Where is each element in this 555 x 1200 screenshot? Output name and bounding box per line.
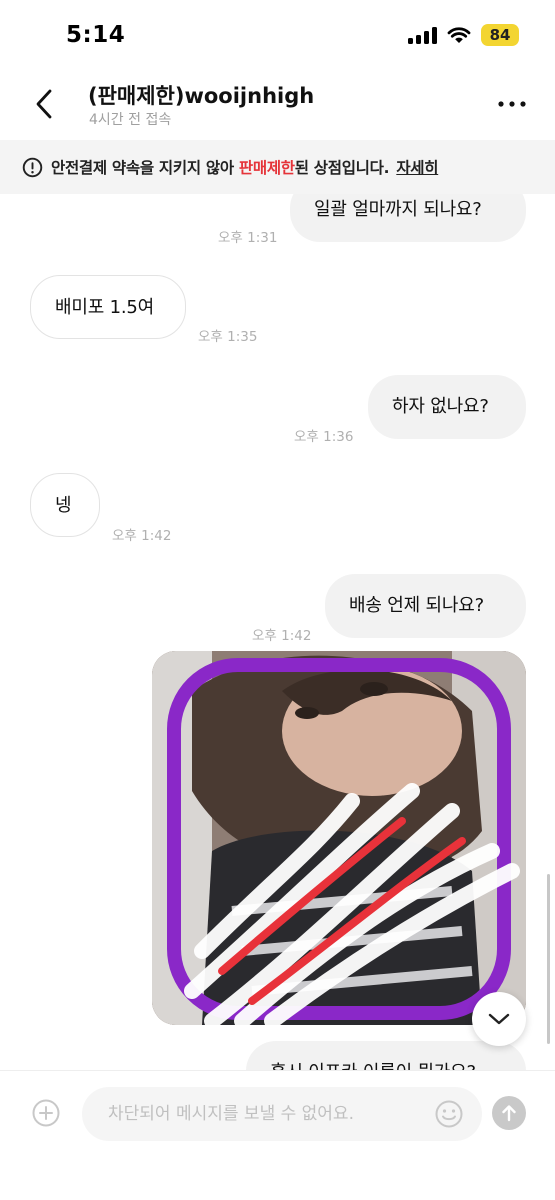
message-input[interactable]: 차단되어 메시지를 보낼 수 없어요. [82,1087,482,1141]
notice-text-before: 안전결제 약속을 지키지 않아 [51,159,239,177]
message-time: 오후 1:42 [112,528,172,544]
message-time: 오후 1:36 [294,429,354,445]
message-bubble-theirs[interactable]: 넹 [30,473,100,537]
photo-image [152,651,526,1025]
message-time: 오후 1:35 [198,329,258,345]
photo-message[interactable] [152,651,526,1025]
chat-header: (판매제한)wooijnhigh 4시간 전 접속 [0,74,555,140]
battery-icon: 84 [481,24,519,46]
page-title: (판매제한)wooijnhigh [88,84,315,108]
back-button[interactable] [26,84,62,124]
status-time: 5:14 [66,22,126,48]
signal-icon [408,26,437,44]
notice-details-link[interactable]: 자세히 [396,159,438,177]
back-arrow-icon [36,89,52,119]
message-bubble-mine[interactable]: 일괄 얼마까지 되나요? [290,194,526,242]
message-time: 오후 1:31 [218,230,278,246]
status-bar: 5:14 84 [0,0,555,74]
notice-text-after: 된 상점입니다. [294,159,390,177]
warning-icon [22,157,43,177]
chevron-down-icon [488,1013,510,1025]
message-bubble-mine[interactable]: 배송 언제 되나요? [325,574,526,638]
restriction-notice: 안전결제 약속을 지키지 않아 판매제한된 상점입니다. 자세히 [0,140,555,194]
notice-text: 안전결제 약속을 지키지 않아 판매제한된 상점입니다. 자세히 [51,156,439,178]
scroll-to-bottom-button[interactable] [472,992,526,1046]
status-icons: 84 [408,24,519,46]
more-dots-icon [498,101,526,107]
chat-messages[interactable]: 일괄 얼마까지 되나요? 오후 1:31 배미포 1.5여 오후 1:35 하자… [0,194,555,1070]
wifi-icon [447,27,471,43]
message-bubble-theirs[interactable]: 배미포 1.5여 [30,275,186,339]
arrow-up-icon [502,1105,516,1122]
more-button[interactable] [497,92,527,116]
message-bubble-mine[interactable]: 하자 없나요? [368,375,526,439]
send-button[interactable] [492,1096,526,1130]
plus-icon[interactable] [31,1098,61,1128]
message-time: 오후 1:42 [252,628,312,644]
emoji-icon[interactable] [434,1099,464,1129]
message-input-placeholder: 차단되어 메시지를 보낼 수 없어요. [108,1104,354,1124]
message-input-bar: 차단되어 메시지를 보낼 수 없어요. [0,1070,555,1200]
last-seen-text: 4시간 전 접속 [89,112,172,128]
notice-highlight: 판매제한 [238,159,295,177]
scrollbar[interactable] [547,874,550,1044]
message-bubble-mine[interactable]: 혹시 이프카 이름이 뭔가요? [246,1041,526,1070]
